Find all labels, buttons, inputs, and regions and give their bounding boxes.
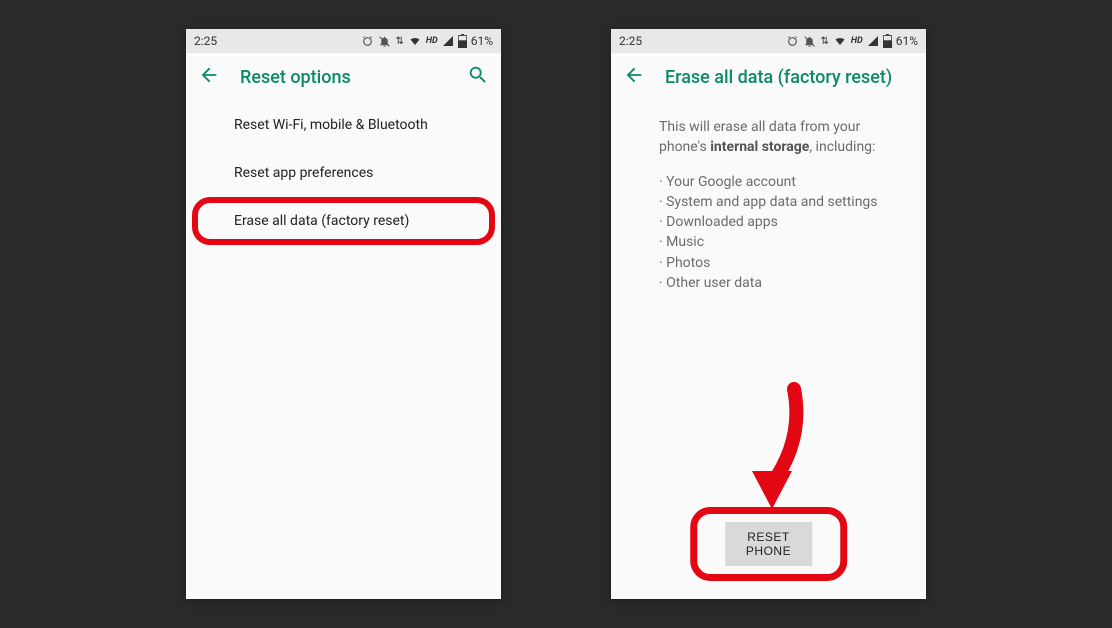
status-bar: 2:25 ⇅ HD 61% <box>611 29 926 53</box>
status-bar: 2:25 ⇅ HD 61% <box>186 29 501 53</box>
option-erase-all-data[interactable]: Erase all data (factory reset) <box>234 213 479 229</box>
wifi-icon <box>833 35 847 47</box>
intro-post: , including: <box>809 139 875 155</box>
dnd-icon <box>803 35 816 48</box>
bullet-item: Your Google account <box>659 172 902 192</box>
erase-description: This will erase all data from your phone… <box>611 101 926 293</box>
dnd-icon <box>378 35 391 48</box>
cell-signal-icon <box>867 35 879 47</box>
arrow-back-icon <box>198 64 220 86</box>
arrow-back-icon <box>623 64 645 86</box>
reset-phone-button[interactable]: RESET PHONE <box>725 522 813 566</box>
bullet-item: Other user data <box>659 273 902 293</box>
bullet-item: Downloaded apps <box>659 212 902 232</box>
intro-bold: internal storage <box>710 139 809 155</box>
back-button[interactable] <box>623 64 645 90</box>
signal-updown-icon: ⇅ <box>820 36 828 47</box>
status-icons: ⇅ HD 61% <box>786 34 918 48</box>
battery-percent: 61% <box>471 34 493 48</box>
highlight-erase-data: Erase all data (factory reset) <box>192 197 495 245</box>
bullet-item: Photos <box>659 253 902 273</box>
battery-percent: 61% <box>896 34 918 48</box>
intro-text: This will erase all data from your phone… <box>659 117 902 158</box>
clock: 2:25 <box>194 34 217 48</box>
bullet-item: Music <box>659 232 902 252</box>
bullet-item: System and app data and settings <box>659 192 902 212</box>
alarm-icon <box>361 35 374 48</box>
phone-screen-reset-options: 2:25 ⇅ HD 61% Reset options Reset Wi-Fi,… <box>186 29 501 599</box>
page-title: Erase all data (factory reset) <box>665 67 914 88</box>
search-button[interactable] <box>467 64 489 90</box>
back-button[interactable] <box>198 64 220 90</box>
signal-updown-icon: ⇅ <box>395 36 403 47</box>
option-reset-wifi[interactable]: Reset Wi-Fi, mobile & Bluetooth <box>186 101 501 149</box>
cell-signal-icon <box>442 35 454 47</box>
clock: 2:25 <box>619 34 642 48</box>
battery-icon <box>883 34 892 48</box>
option-reset-app-prefs[interactable]: Reset app preferences <box>186 149 501 197</box>
search-icon <box>467 64 489 86</box>
app-bar: Erase all data (factory reset) <box>611 53 926 101</box>
status-icons: ⇅ HD 61% <box>361 34 493 48</box>
battery-icon <box>458 34 467 48</box>
alarm-icon <box>786 35 799 48</box>
app-bar: Reset options <box>186 53 501 101</box>
page-title: Reset options <box>240 67 447 88</box>
erase-bullets: Your Google account System and app data … <box>659 172 902 294</box>
phone-screen-erase-all-data: 2:25 ⇅ HD 61% Erase all data (factory re… <box>611 29 926 599</box>
highlight-reset-button: RESET PHONE <box>690 507 848 581</box>
hd-icon: HD <box>426 36 438 46</box>
wifi-icon <box>408 35 422 47</box>
hd-icon: HD <box>851 36 863 46</box>
